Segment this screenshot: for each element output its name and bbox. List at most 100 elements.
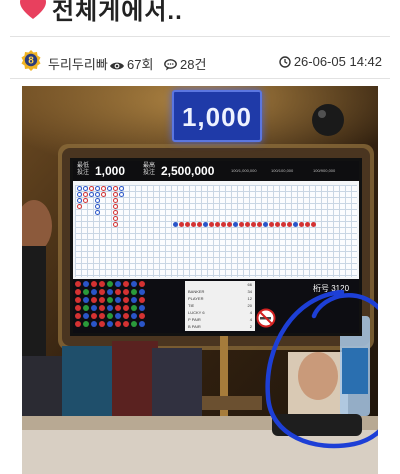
road-dot (281, 222, 286, 227)
bead-dot (139, 297, 145, 303)
bead-plate (75, 281, 149, 331)
bead-dot (123, 313, 129, 319)
bead-dot (115, 297, 121, 303)
road-dot (119, 186, 124, 191)
road-dot (107, 186, 112, 191)
road-dot (197, 222, 202, 227)
bead-dot (131, 321, 137, 327)
bead-dot (75, 289, 81, 295)
author-name[interactable]: 두리두리빠 (48, 54, 108, 73)
road-dot (95, 192, 100, 197)
bead-dot (115, 281, 121, 287)
comment-count: 28건 (164, 54, 206, 73)
road-dot (233, 222, 238, 227)
road-dot (275, 222, 280, 227)
bead-dot (131, 281, 137, 287)
post-date-text: 26-06-05 14:42 (293, 54, 382, 69)
stats-value: 4 (249, 310, 252, 315)
bead-dot (115, 313, 121, 319)
road-dot (89, 186, 94, 191)
road-dot (83, 186, 88, 191)
road-dot (77, 198, 82, 203)
road-dot (293, 222, 298, 227)
max-bet-label: 最高 投注 (143, 163, 156, 176)
bead-dot (91, 313, 97, 319)
stats-name: TIE (188, 303, 195, 308)
road-dot (83, 198, 88, 203)
bead-dot (75, 297, 81, 303)
bead-dot (83, 305, 89, 311)
bead-dot (139, 281, 145, 287)
bead-dot (83, 313, 89, 319)
post-page: 전체게에서.. 8 두리두리빠 67회 28건 26-06-05 14:42 1… (0, 0, 400, 474)
road-dot (113, 192, 118, 197)
bead-dot (91, 281, 97, 287)
bead-dot (139, 313, 145, 319)
road-dot (221, 222, 226, 227)
road-dot (113, 198, 118, 203)
bead-dot (131, 305, 137, 311)
stats-name: BANKER (188, 289, 205, 294)
min-bet-value: 1,000 (95, 164, 126, 178)
bead-dot (107, 281, 113, 287)
bead-dot (75, 281, 81, 287)
scoreboard-header: 最低 投注 1,000 最高 投注 2,500,000 100/1,000,00… (73, 161, 359, 181)
bet-limit-sign: 1,000 (172, 90, 262, 142)
stats-value: 20 (247, 303, 252, 308)
bead-dot (123, 305, 129, 311)
road-dot (191, 222, 196, 227)
bead-dot (115, 321, 121, 327)
road-dot (77, 192, 82, 197)
bead-dot (99, 281, 105, 287)
road-dot (239, 222, 244, 227)
bead-dot (123, 289, 129, 295)
road-dot (77, 204, 82, 209)
bead-dot (99, 297, 105, 303)
stats-name: P PAIR (188, 317, 201, 322)
blue-circle-annotation (265, 289, 378, 449)
meta-divider (10, 78, 390, 79)
bead-dot (107, 305, 113, 311)
road-dot (185, 222, 190, 227)
post-photo[interactable]: 1,000 最低 投注 1,000 最高 投注 2,500,000 100/1,… (22, 86, 378, 474)
comment-count-text: 28건 (180, 57, 207, 72)
road-dot (83, 192, 88, 197)
view-count-text: 67회 (127, 57, 154, 72)
road-dot (269, 222, 274, 227)
road-dot (101, 192, 106, 197)
bead-dot (123, 281, 129, 287)
bead-dot (139, 321, 145, 327)
bead-dot (107, 313, 113, 319)
bead-dot (75, 313, 81, 319)
road-dot (95, 204, 100, 209)
bead-dot (115, 305, 121, 311)
stats-name: PLAYER (188, 296, 204, 301)
road-dot (89, 192, 94, 197)
bead-dot (107, 297, 113, 303)
road-dot (95, 186, 100, 191)
road-dot (113, 186, 118, 191)
bead-dot (131, 289, 137, 295)
bead-dot (75, 305, 81, 311)
view-count: 67회 (110, 54, 153, 73)
bead-dot (83, 289, 89, 295)
bead-dot (131, 313, 137, 319)
stats-name: LUCKY 6 (188, 310, 205, 315)
bead-dot (99, 313, 105, 319)
eye-icon (110, 62, 124, 70)
road-dot (95, 210, 100, 215)
bead-dot (91, 297, 97, 303)
bead-dot (91, 289, 97, 295)
bead-dot (107, 289, 113, 295)
bead-dot (99, 289, 105, 295)
bead-dot (91, 321, 97, 327)
bead-dot (75, 321, 81, 327)
limit-sub-3: 100/900,000 (313, 168, 336, 173)
bead-dot (83, 281, 89, 287)
road-dot (245, 222, 250, 227)
stats-value: 12 (247, 296, 252, 301)
title-divider (10, 36, 390, 37)
road-dot (251, 222, 256, 227)
road-dot (101, 186, 106, 191)
post-title-bar: 전체게에서.. (0, 0, 400, 30)
